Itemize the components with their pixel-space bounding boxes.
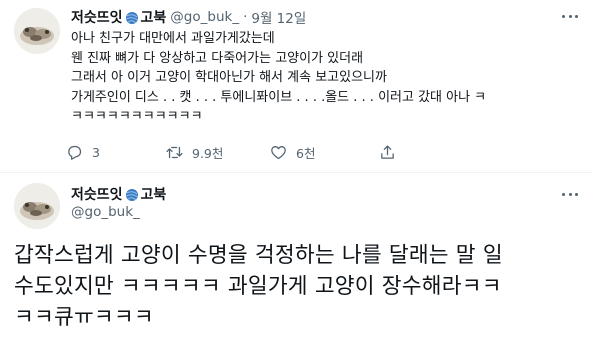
tweet-text-line: 수도있지만 ㅋㅋㅋㅋㅋ 과일가게 고양이 장수해라ㅋㅋ: [14, 274, 502, 299]
yarn-ball-icon: [125, 10, 139, 24]
avatar[interactable]: [14, 183, 60, 229]
tweet-text-line: ㅋㅋ큐ㅠㅋㅋㅋ: [14, 305, 154, 330]
yarn-ball-icon: [125, 187, 139, 201]
tweet-text-line: 아나 친구가 대만에서 과일가게갔는데: [71, 31, 275, 46]
share-button[interactable]: [379, 141, 405, 163]
more-icon[interactable]: [560, 8, 580, 24]
user-handle[interactable]: @go_buk_: [170, 9, 239, 25]
display-name-suffix[interactable]: 고북: [141, 7, 167, 27]
more-icon[interactable]: [560, 186, 580, 202]
retweet-count: 9.9천: [192, 145, 224, 161]
like-count: 6천: [296, 145, 316, 161]
display-name[interactable]: 저슷뜨잇: [71, 7, 123, 27]
tweet-text-line: 가게주인이 디스 . . 캣 . . . 투에니퐈이브 . . . .올드 . …: [71, 89, 487, 105]
reply-icon: [68, 145, 82, 160]
tweet-text-line: ㅋㅋㅋㅋㅋㅋㅋㅋㅋㅋㅋ: [71, 109, 203, 125]
cat-avatar-image: [14, 8, 60, 54]
tweet-actions: 3 9.9천 6천: [66, 141, 396, 163]
tweet-text-line: 웬 진짜 뼈가 다 앙상하고 다죽어가는 고양이가 있더래: [71, 50, 364, 66]
share-icon: [381, 144, 394, 159]
retweet-icon: [166, 146, 183, 158]
tweet-text-line: 그래서 아 이거 고양이 학대아닌가 해서 계속 보고있으니까: [71, 70, 387, 86]
tweet-text-line: 갑작스럽게 고양이 수명을 걱정하는 나를 달래는 말 일: [14, 243, 503, 268]
retweet-button[interactable]: 9.9천: [166, 141, 223, 163]
tweet-date[interactable]: 9월 12일: [251, 7, 306, 27]
display-name[interactable]: 저슷뜨잇: [71, 184, 123, 204]
tweet-first[interactable]: 저슷뜨잇 고북 @go_buk_ · 9월 12일 아나 친구가 대만에서 과일…: [0, 0, 592, 172]
cat-avatar-image: [14, 183, 60, 229]
tweet-text: 갑작스럽게 고양이 수명을 걱정하는 나를 달래는 말 일 수도있지만 ㅋㅋㅋㅋ…: [14, 240, 584, 333]
reply-count: 3: [92, 144, 100, 160]
heart-icon: [271, 145, 286, 159]
separator-dot: ·: [243, 9, 248, 25]
display-name-suffix[interactable]: 고북: [141, 184, 167, 204]
like-button[interactable]: 6천: [270, 141, 315, 163]
tweet-divider: [0, 172, 592, 173]
reply-button[interactable]: 3: [66, 141, 100, 163]
tweet-header: 저슷뜨잇 고북: [71, 184, 166, 204]
user-handle[interactable]: @go_buk_: [71, 204, 140, 220]
tweet-header: 저슷뜨잇 고북 @go_buk_ · 9월 12일: [71, 7, 306, 27]
avatar[interactable]: [14, 8, 60, 54]
tweet-text: 아나 친구가 대만에서 과일가게갔는데 웬 진짜 뼈가 다 앙상하고 다죽어가는…: [71, 29, 581, 127]
